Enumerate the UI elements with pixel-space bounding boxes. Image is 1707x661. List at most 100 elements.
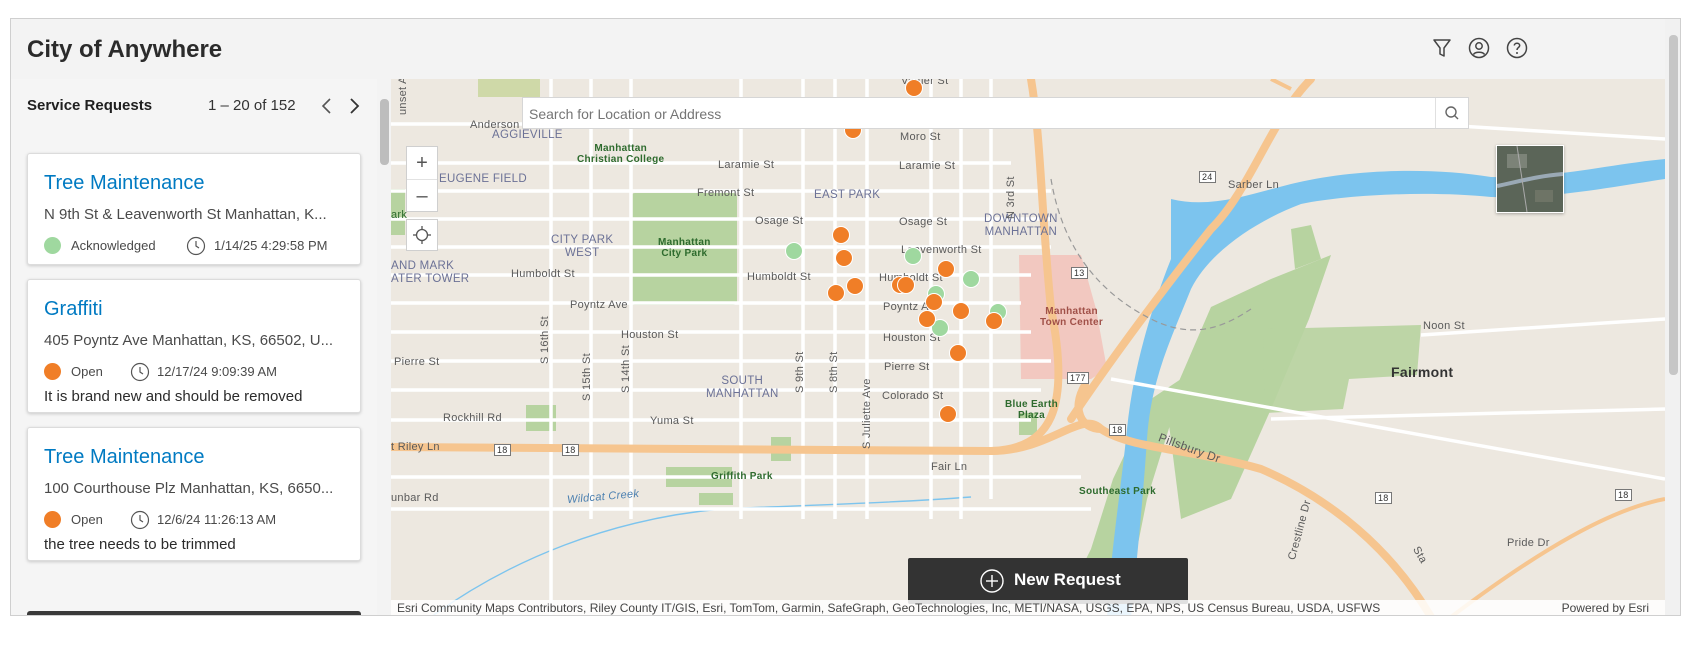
service-requests-panel: Service Requests 1 – 20 of 152 Tree Main… (11, 79, 377, 615)
map-label: Southeast Park (1079, 486, 1157, 497)
zoom-out-button[interactable]: – (407, 180, 437, 212)
powered-by-esri[interactable]: Powered by Esri (1562, 601, 1649, 615)
route-shield: 18 (1615, 489, 1632, 501)
request-date: 1/14/25 4:29:58 PM (214, 238, 328, 253)
map-label: unbar Rd (391, 492, 439, 504)
map-label: S 9th St (794, 351, 806, 393)
map-label: DOWNTOWN MANHATTAN (984, 213, 1058, 238)
route-shield: 24 (1199, 171, 1216, 183)
status-label: Open (71, 364, 103, 379)
basemap-toggle[interactable] (1496, 145, 1564, 213)
app-title: City of Anywhere (27, 36, 223, 63)
request-marker[interactable] (846, 277, 864, 295)
map-label: Fair Ln (931, 461, 968, 473)
chevron-right-icon (350, 98, 360, 114)
request-marker[interactable] (985, 312, 1003, 330)
page-scrollbar-thumb[interactable] (1669, 35, 1678, 375)
map-label: Griffith Park (711, 471, 773, 482)
map-label: N 3rd St (1005, 176, 1017, 219)
request-marker[interactable] (835, 249, 853, 267)
request-marker[interactable] (939, 405, 957, 423)
request-marker[interactable] (949, 344, 967, 362)
request-title: Tree Maintenance (44, 446, 205, 468)
map-label: Colorado St (882, 390, 944, 402)
request-marker[interactable] (897, 276, 915, 294)
satellite-thumbnail-icon (1497, 146, 1563, 212)
request-card[interactable]: Tree Maintenance N 9th St & Leavenworth … (27, 153, 361, 265)
request-marker[interactable] (925, 293, 943, 311)
request-marker[interactable] (952, 302, 970, 320)
map-label: S Juliette Ave (861, 378, 873, 449)
request-marker[interactable] (918, 310, 936, 328)
map-label: Houston St (883, 332, 941, 344)
new-request-button[interactable]: New Request (908, 558, 1188, 604)
clock-icon (185, 235, 207, 257)
search-input[interactable] (523, 98, 1441, 130)
map-label: Humboldt St (747, 271, 811, 283)
request-card[interactable]: Tree Maintenance 100 Courthouse Plz Manh… (27, 427, 361, 561)
map-label: Manhattan City Park (658, 237, 711, 259)
app-window: City of Anywhere Service Requests 1 – 20… (10, 18, 1681, 616)
request-marker[interactable] (905, 79, 923, 97)
help-icon[interactable] (1505, 36, 1529, 60)
request-address: 405 Poyntz Ave Manhattan, KS, 66502, U..… (44, 332, 334, 349)
route-shield: 18 (1109, 424, 1126, 436)
map-label: SOUTH MANHATTAN (706, 375, 779, 400)
request-marker[interactable] (827, 284, 845, 302)
status-dot-icon (44, 363, 61, 380)
request-title: Tree Maintenance (44, 172, 205, 194)
list-scrollbar-thumb[interactable] (380, 99, 389, 165)
map-label: S 15th St (581, 353, 593, 401)
map-label: Sarber Ln (1228, 179, 1280, 191)
map-label: EUGENE FIELD (439, 173, 527, 185)
map-label: Osage St (899, 216, 948, 228)
search-icon (1445, 106, 1459, 120)
user-icon[interactable] (1467, 36, 1491, 60)
zoom-control: + – (406, 146, 438, 212)
filter-icon[interactable] (1430, 36, 1454, 60)
previous-page-button[interactable] (314, 93, 340, 119)
request-marker[interactable] (962, 270, 980, 288)
page-scrollbar[interactable] (1665, 19, 1680, 615)
map-label: t Riley Ln (391, 441, 440, 453)
zoom-in-button[interactable]: + (407, 147, 437, 180)
list-scrollbar[interactable] (377, 79, 391, 615)
request-date: 12/17/24 9:09:39 AM (157, 364, 277, 379)
request-card[interactable]: Graffiti 405 Poyntz Ave Manhattan, KS, 6… (27, 279, 361, 413)
route-shield: 18 (494, 444, 511, 456)
map-label: Fairmont (1391, 364, 1454, 380)
map-label: EAST PARK (814, 189, 881, 201)
map-label: Rockhill Rd (443, 412, 502, 424)
search-button[interactable] (1435, 98, 1468, 128)
next-page-button[interactable] (341, 93, 367, 119)
map-label: Laramie St (718, 159, 775, 171)
request-address: N 9th St & Leavenworth St Manhattan, K..… (44, 206, 327, 223)
map-label: S 14th St (620, 345, 632, 393)
map-label: CITY PARK WEST (551, 234, 614, 259)
locate-button[interactable] (406, 219, 438, 251)
request-date: 12/6/24 11:26:13 AM (157, 512, 277, 527)
map-label: unset Av (397, 79, 409, 115)
route-shield: 13 (1071, 267, 1088, 279)
request-marker[interactable] (785, 242, 803, 260)
request-description: It is brand new and should be removed (44, 388, 303, 405)
map-label: Fremont St (697, 187, 755, 199)
status-dot-icon (44, 511, 61, 528)
map-label: Pierre St (884, 361, 930, 373)
map-label: Manhattan Christian College (577, 143, 665, 165)
route-shield: 18 (562, 444, 579, 456)
request-address: 100 Courthouse Plz Manhattan, KS, 6650..… (44, 480, 334, 497)
list-header: Service Requests 1 – 20 of 152 (27, 97, 367, 127)
map-label: Pride Dr (1507, 537, 1550, 549)
request-marker[interactable] (832, 226, 850, 244)
map-view[interactable]: Vattier St Anderson Ave AGGIEVILLE Manha… (391, 79, 1665, 615)
request-marker[interactable] (937, 260, 955, 278)
chevron-left-icon (321, 98, 331, 114)
route-shield: 177 (1067, 372, 1089, 384)
request-marker[interactable] (904, 247, 922, 265)
status-label: Acknowledged (71, 238, 156, 253)
map-label: S 8th St (828, 351, 840, 393)
map-label: AGGIEVILLE (492, 129, 563, 141)
map-label: Osage St (755, 215, 804, 227)
request-card-partial[interactable] (27, 611, 361, 615)
